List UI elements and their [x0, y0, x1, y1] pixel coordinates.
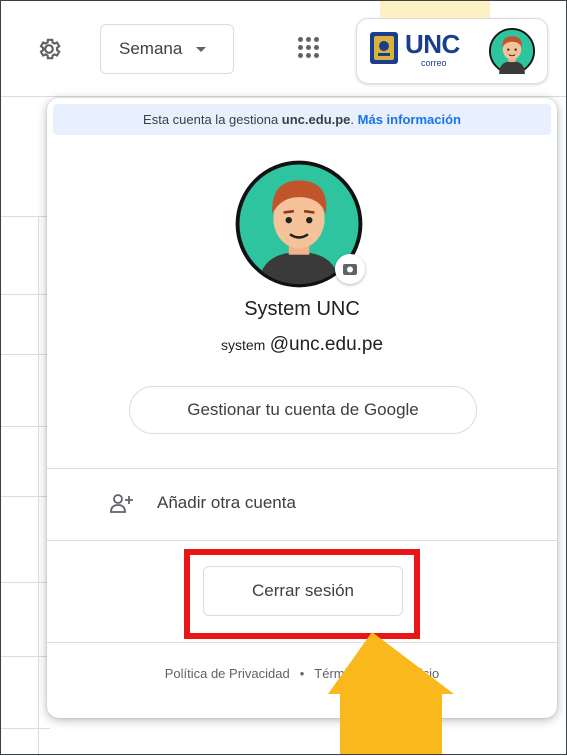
frame-border: [0, 0, 567, 755]
